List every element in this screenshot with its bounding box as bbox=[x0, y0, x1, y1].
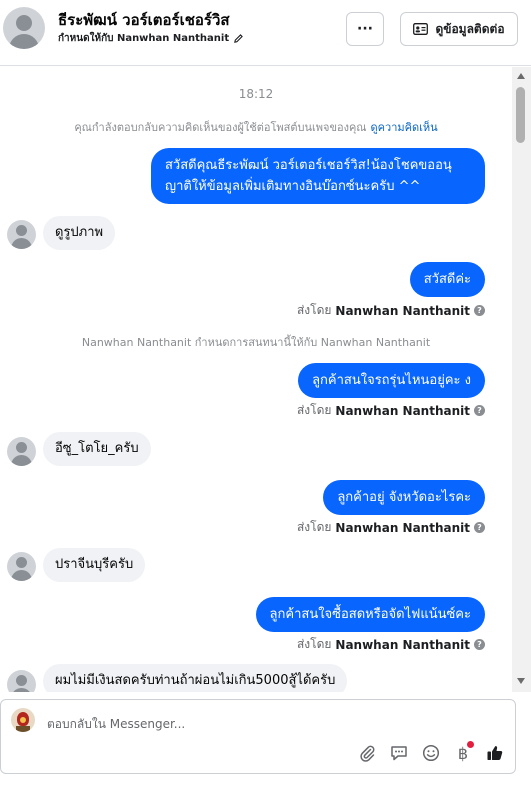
chat-bubble-icon[interactable] bbox=[389, 743, 409, 763]
outgoing-message[interactable]: ลูกค้าสนใจรถรุ่นไหนอยู่คะ ง bbox=[298, 363, 485, 398]
system-message: Nanwhan Nanthanit กำหนดการสนทนานี้ให้กับ… bbox=[81, 336, 431, 349]
scroll-thumb[interactable] bbox=[516, 87, 525, 143]
sent-by-name: Nanwhan Nanthanit bbox=[335, 403, 470, 418]
incoming-message[interactable]: ผมไม่มีเงินสดครับท่านถ้าผ่อนไม่เกิน5000ส… bbox=[43, 664, 348, 692]
thread-scrollbar[interactable] bbox=[512, 67, 531, 692]
question-icon[interactable]: ? bbox=[474, 305, 485, 316]
sent-by: ส่งโดย Nanwhan Nanthanit ? bbox=[297, 518, 485, 537]
message-text-line: ญาติให้ข้อมูลเพิ่มเติมทางอินบ๊อกซ์นะครับ… bbox=[165, 179, 421, 194]
outgoing-message[interactable]: ลูกค้าอยู่ จังหวัดอะไรคะ bbox=[323, 480, 485, 515]
id-card-icon bbox=[413, 23, 429, 35]
paperclip-icon[interactable] bbox=[357, 743, 377, 763]
conversation-header: ธีระพัฒน์ วอร์เตอร์เชอร์วิส กำหนดให้กับ … bbox=[0, 0, 531, 66]
notification-dot bbox=[467, 741, 474, 748]
reply-notice-text: คุณกำลังตอบกลับความคิดเห็นของผู้ใช้ต่อโพ… bbox=[74, 121, 367, 134]
sent-by-name: Nanwhan Nanthanit bbox=[335, 637, 470, 652]
message-text-line: สวัสดีคุณธีระพัฒน์ วอร์เตอร์เชอร์วิส!น้อ… bbox=[165, 158, 452, 173]
sent-by: ส่งโดย Nanwhan Nanthanit ? bbox=[297, 401, 485, 420]
sender-avatar[interactable] bbox=[7, 220, 36, 249]
composer-toolbar: ฿ bbox=[357, 741, 505, 763]
sent-by-name: Nanwhan Nanthanit bbox=[335, 303, 470, 318]
sent-by-name: Nanwhan Nanthanit bbox=[335, 520, 470, 535]
sender-avatar[interactable] bbox=[7, 552, 36, 581]
incoming-message[interactable]: ปราจีนบุรีครับ bbox=[43, 548, 146, 582]
sent-by-prefix: ส่งโดย bbox=[296, 403, 332, 417]
question-icon[interactable]: ? bbox=[474, 405, 485, 416]
sent-by-prefix: ส่งโดย bbox=[296, 520, 332, 534]
more-options-button[interactable]: ··· bbox=[346, 12, 384, 46]
outgoing-message[interactable]: สวัสดีคุณธีระพัฒน์ วอร์เตอร์เชอร์วิส!น้อ… bbox=[151, 148, 485, 204]
sent-by: ส่งโดย Nanwhan Nanthanit ? bbox=[297, 635, 485, 654]
reply-input[interactable]: ตอบกลับใน Messenger... bbox=[47, 715, 185, 734]
incoming-message[interactable]: ดูรูปภาพ bbox=[43, 216, 116, 250]
sent-by-prefix: ส่งโดย bbox=[296, 637, 332, 651]
reply-notice: คุณกำลังตอบกลับความคิดเห็นของผู้ใช้ต่อโพ… bbox=[0, 118, 512, 136]
message-thread[interactable]: 18:12 คุณกำลังตอบกลับความคิดเห็นของผู้ใช… bbox=[0, 67, 512, 692]
message-composer[interactable]: ตอบกลับใน Messenger... ฿ bbox=[0, 699, 516, 774]
outgoing-message[interactable]: ลูกค้าสนใจซื้อสดหรือจัดไฟแน้นซ์คะ bbox=[255, 597, 485, 632]
scroll-up-arrow-icon[interactable] bbox=[517, 73, 525, 79]
view-contact-label: ดูข้อมูลติดต่อ bbox=[435, 21, 505, 36]
baht-icon[interactable]: ฿ bbox=[453, 741, 474, 763]
assigned-to[interactable]: กำหนดให้กับ Nanwhan Nanthanit bbox=[58, 31, 244, 46]
assigned-label: กำหนดให้กับ Nanwhan Nanthanit bbox=[58, 33, 230, 44]
page-avatar bbox=[11, 708, 35, 732]
thumbs-up-icon[interactable] bbox=[485, 743, 505, 763]
pencil-icon[interactable] bbox=[233, 33, 244, 44]
scroll-down-arrow-icon[interactable] bbox=[517, 678, 525, 684]
message-timestamp: 18:12 bbox=[238, 87, 274, 101]
emoji-icon[interactable] bbox=[421, 743, 441, 763]
outgoing-message[interactable]: สวัสดีค่ะ bbox=[409, 262, 485, 297]
contact-avatar[interactable] bbox=[3, 7, 45, 49]
question-icon[interactable]: ? bbox=[474, 639, 485, 650]
contact-name[interactable]: ธีระพัฒน์ วอร์เตอร์เชอร์วิส bbox=[58, 8, 230, 32]
sent-by: ส่งโดย Nanwhan Nanthanit ? bbox=[297, 301, 485, 320]
question-icon[interactable]: ? bbox=[474, 522, 485, 533]
view-comment-link[interactable]: ดูความคิดเห็น bbox=[371, 121, 438, 134]
sender-avatar[interactable] bbox=[7, 437, 36, 466]
view-contact-button[interactable]: ดูข้อมูลติดต่อ bbox=[400, 12, 518, 46]
sent-by-prefix: ส่งโดย bbox=[296, 303, 332, 317]
incoming-message[interactable]: อีซู_โตโย_ครับ bbox=[43, 432, 151, 466]
sender-avatar[interactable] bbox=[7, 670, 36, 692]
